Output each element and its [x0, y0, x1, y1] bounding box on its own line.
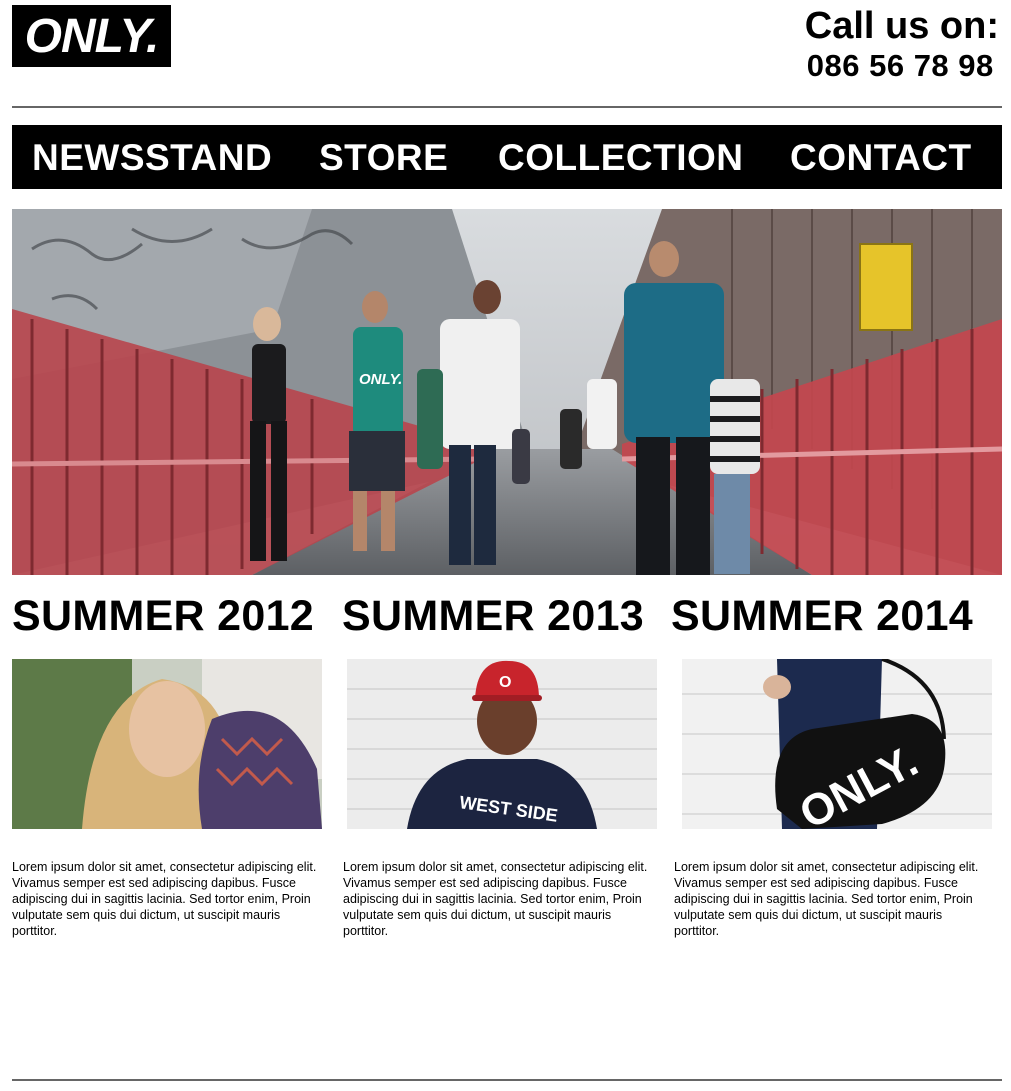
footer-divider — [12, 1079, 1002, 1081]
nav-item-contact[interactable]: CONTACT — [790, 137, 972, 179]
collection-image-2014[interactable]: ONLY. — [682, 659, 992, 829]
nav-item-newsstand[interactable]: NEWSSTAND — [32, 137, 272, 179]
collection-text-2014: Lorem ipsum dolor sit amet, consectetur … — [674, 859, 979, 938]
hero-shirt-text: ONLY. — [359, 371, 402, 388]
call-label: Call us on: — [804, 5, 999, 47]
contact-block: Call us on: 086 56 78 98 — [805, 4, 999, 84]
header-divider — [12, 106, 1002, 108]
collection-title-2012: SUMMER 2012 — [12, 592, 315, 640]
collection-text-2013: Lorem ipsum dolor sit amet, consectetur … — [343, 859, 648, 938]
cap-logo-text: O — [499, 674, 511, 691]
collection-title-2014: SUMMER 2014 — [671, 592, 974, 640]
nav-item-store[interactable]: STORE — [319, 137, 448, 179]
phone-number[interactable]: 086 56 78 98 — [805, 48, 999, 84]
collection-image-2013[interactable]: O WEST SIDE — [347, 659, 657, 829]
nav-item-collection[interactable]: COLLECTION — [498, 137, 743, 179]
collection-title-2013: SUMMER 2013 — [342, 592, 645, 640]
collection-text-2012: Lorem ipsum dolor sit amet, consectetur … — [12, 859, 317, 938]
brand-logo[interactable]: ONLY. — [12, 5, 171, 67]
logo-text: ONLY. — [24, 9, 160, 63]
main-nav: NEWSSTAND STORE COLLECTION CONTACT — [12, 125, 1002, 189]
collection-image-2012[interactable] — [12, 659, 322, 829]
hero-image: ONLY. — [12, 209, 1002, 575]
